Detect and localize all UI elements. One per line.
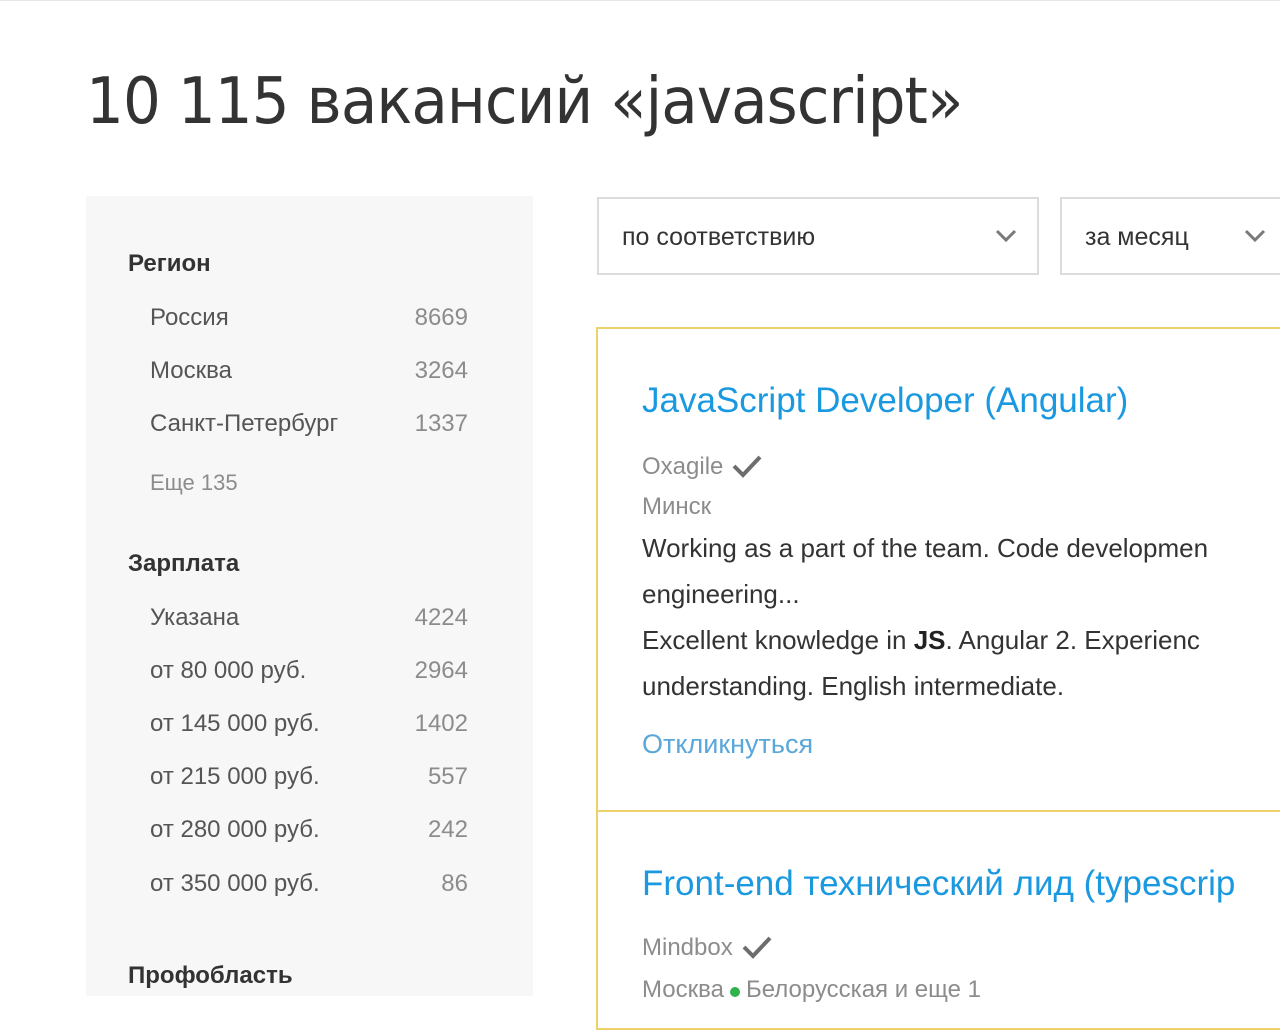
filter-item-salary-215000[interactable]: от 215 000 руб. 557 <box>150 763 468 795</box>
filter-item-count: 557 <box>427 763 468 790</box>
vacancy-card: Front-end технический лид (typescrip Min… <box>596 810 1280 1030</box>
requirement-text-post: . Angular 2. Experienc <box>945 625 1200 655</box>
filter-item-salary-280000[interactable]: от 280 000 руб. 242 <box>150 816 468 848</box>
check-icon <box>742 936 772 959</box>
filter-item-region-spb[interactable]: Санкт-Петербург 1337 <box>150 410 468 442</box>
chevron-down-icon <box>995 229 1017 243</box>
vacancy-city: Москва Белорусская и еще 1 <box>642 976 981 1004</box>
filter-item-count: 4224 <box>414 604 468 631</box>
filter-item-count: 242 <box>427 816 468 843</box>
sort-order-select[interactable]: по соответствию <box>597 197 1039 275</box>
filter-item-count: 1402 <box>414 710 468 737</box>
vacancy-responsibility: Working as a part of the team. Code deve… <box>642 525 1208 709</box>
vacancy-metro: Белорусская и еще 1 <box>745 976 981 1003</box>
filter-item-region-russia[interactable]: Россия 8669 <box>150 304 468 336</box>
filter-item-label: от 145 000 руб. <box>150 710 320 737</box>
page-title: 10 115 вакансий «javascript» <box>86 65 963 139</box>
requirement-text-pre: Excellent knowledge in <box>642 625 914 655</box>
filter-item-label: от 215 000 руб. <box>150 763 320 790</box>
filter-heading-region: Регион <box>128 250 211 277</box>
filter-item-label: от 350 000 руб. <box>150 870 320 897</box>
filters-sidebar: Регион Россия 8669 Москва 3264 Санкт-Пет… <box>86 196 533 996</box>
responsibility-text-cont: engineering... <box>642 579 800 609</box>
sort-order-value: по соответствию <box>622 223 816 251</box>
filter-region-more-link[interactable]: Еще 135 <box>150 470 238 496</box>
vacancy-card: JavaScript Developer (Angular) Oxagile М… <box>596 327 1280 812</box>
metro-dot-icon <box>729 987 740 997</box>
filter-item-count: 86 <box>441 870 468 897</box>
requirement-text-cont: understanding. English intermediate. <box>642 671 1065 701</box>
check-icon <box>732 455 762 478</box>
filter-item-count: 8669 <box>414 304 468 331</box>
vacancy-company-name: Oxagile <box>642 453 724 480</box>
filter-item-label: Указана <box>150 604 240 631</box>
vacancy-company-link[interactable]: Oxagile <box>642 453 763 481</box>
filter-heading-salary: Зарплата <box>128 550 240 577</box>
filter-item-label: от 80 000 руб. <box>150 657 307 684</box>
filter-item-salary-145000[interactable]: от 145 000 руб. 1402 <box>150 710 468 742</box>
filter-item-label: от 280 000 руб. <box>150 816 320 843</box>
vacancy-company-link[interactable]: Mindbox <box>642 934 773 962</box>
top-divider <box>0 0 1280 1</box>
filter-item-salary-specified[interactable]: Указана 4224 <box>150 604 468 636</box>
vacancy-city-name: Москва <box>642 976 724 1003</box>
sort-period-value: за месяц <box>1085 223 1189 251</box>
responsibility-text: Working as a part of the team. Code deve… <box>642 533 1209 563</box>
vacancy-title-link[interactable]: JavaScript Developer (Angular) <box>642 381 1128 421</box>
vacancy-company-name: Mindbox <box>642 934 733 961</box>
requirement-highlight: JS <box>913 625 946 655</box>
filter-item-label: Москва <box>150 357 232 384</box>
filter-item-count: 2964 <box>414 657 468 684</box>
filter-heading-profarea: Профобласть <box>128 962 293 989</box>
filter-item-count: 1337 <box>414 410 468 437</box>
filter-item-label: Санкт-Петербург <box>150 410 339 437</box>
filter-item-salary-80000[interactable]: от 80 000 руб. 2964 <box>150 657 468 689</box>
filter-item-label: Россия <box>150 304 229 331</box>
sort-period-select[interactable]: за месяц <box>1060 197 1280 275</box>
vacancy-city: Минск <box>642 493 712 520</box>
vacancy-title-link[interactable]: Front-end технический лид (typescrip <box>642 864 1235 904</box>
filter-item-region-moscow[interactable]: Москва 3264 <box>150 357 468 389</box>
respond-link[interactable]: Откликнуться <box>642 729 813 760</box>
chevron-down-icon <box>1244 229 1266 243</box>
filter-item-count: 3264 <box>414 357 468 384</box>
filter-item-salary-350000[interactable]: от 350 000 руб. 86 <box>150 870 468 902</box>
